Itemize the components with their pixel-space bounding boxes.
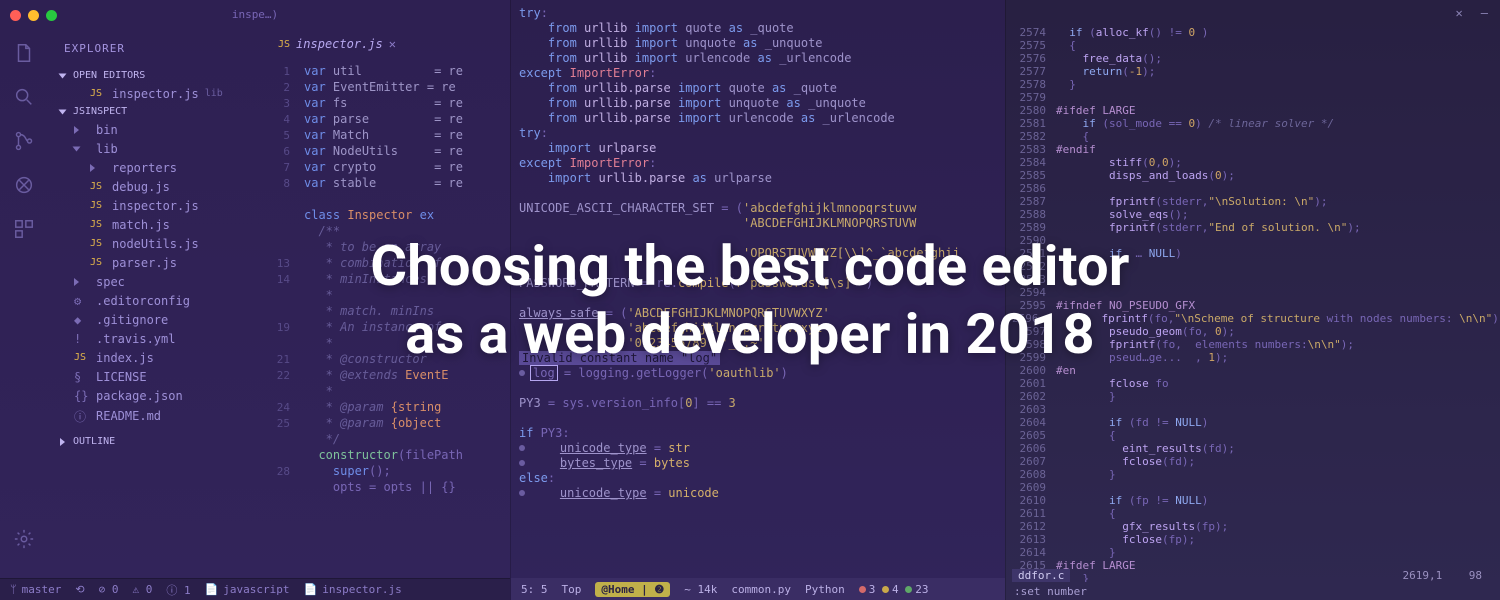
- tree-item[interactable]: lib: [62, 139, 250, 158]
- status-bar: ᛘmaster ⟲ ⊘ 0 ⚠ 0 ⓘ 1 📄 javascript 📄 ins…: [0, 578, 510, 600]
- source-control-icon[interactable]: [13, 130, 35, 152]
- status-bar: 5: 5 Top @Home | ❷ ~ 14k common.py Pytho…: [511, 578, 1005, 600]
- file-icon: [74, 142, 90, 156]
- minimize-icon[interactable]: —: [1481, 6, 1488, 20]
- project-header[interactable]: JSINSPECT: [56, 103, 250, 120]
- lint-counts[interactable]: 3 4 23: [859, 583, 929, 596]
- tree-item[interactable]: spec: [62, 272, 250, 291]
- status-lang[interactable]: 📄 javascript: [205, 583, 290, 596]
- close-icon[interactable]: ✕: [1456, 6, 1463, 20]
- sync-icon[interactable]: ⟲: [75, 583, 84, 596]
- tree-item[interactable]: JSnodeUtils.js: [62, 234, 250, 253]
- git-branch[interactable]: ᛘmaster: [10, 583, 61, 596]
- tree-item[interactable]: !.travis.yml: [62, 329, 250, 348]
- explorer-view: EXPLORER OPEN EDITORS JS inspector.js li…: [48, 28, 258, 460]
- tree-item[interactable]: JSinspector.js: [62, 196, 250, 215]
- gear-icon[interactable]: [13, 528, 35, 550]
- tree-item[interactable]: JSindex.js: [62, 348, 250, 367]
- status-chip[interactable]: @Home | ❷: [595, 582, 670, 597]
- js-icon: JS: [90, 181, 106, 192]
- status-errors[interactable]: ⊘ 0: [99, 583, 119, 596]
- tree-item[interactable]: JSmatch.js: [62, 215, 250, 234]
- filename-bar: ddfor.c: [1012, 569, 1070, 582]
- debug-icon[interactable]: [13, 174, 35, 196]
- file-icon: !: [74, 332, 90, 346]
- editor-tab[interactable]: JS inspector.js ✕: [268, 28, 406, 60]
- minimize-icon[interactable]: [28, 10, 39, 21]
- code-editor[interactable]: 1var util = re2var EventEmitter = re3var…: [268, 60, 510, 576]
- close-tab-icon[interactable]: ✕: [389, 37, 396, 51]
- status-file: common.py: [731, 583, 791, 596]
- tree-item[interactable]: JSparser.js: [62, 253, 250, 272]
- file-icon: §: [74, 370, 90, 384]
- branch-icon: ᛘ: [10, 583, 17, 596]
- status-warnings[interactable]: ⚠ 0: [132, 583, 152, 596]
- open-editor-item[interactable]: JS inspector.js lib: [62, 84, 250, 103]
- file-icon: [74, 123, 90, 137]
- tree-item[interactable]: §LICENSE: [62, 367, 250, 386]
- tree-item[interactable]: bin: [62, 120, 250, 139]
- outline-header[interactable]: OUTLINE: [56, 433, 250, 450]
- python-editor-panel: try: from urllib import quote as _quote …: [510, 0, 1005, 600]
- files-icon[interactable]: [13, 42, 35, 64]
- code-editor[interactable]: try: from urllib import quote as _quote …: [511, 0, 1005, 600]
- status-info[interactable]: ⓘ 1: [166, 582, 190, 598]
- explorer-title: EXPLORER: [56, 38, 250, 67]
- js-icon: JS: [278, 39, 290, 50]
- activity-bar: [0, 28, 48, 568]
- tree-item[interactable]: reporters: [62, 158, 250, 177]
- command-line[interactable]: :set number: [1014, 585, 1087, 598]
- tree-item[interactable]: ◆.gitignore: [62, 310, 250, 329]
- tree-item[interactable]: ⓘREADME.md: [62, 405, 250, 427]
- js-icon: JS: [74, 352, 90, 363]
- code-editor[interactable]: 2574 if (alloc_kf() != 0 )2575 {2576 fre…: [1006, 24, 1500, 582]
- scroll-position: Top: [562, 583, 582, 596]
- file-icon: {}: [74, 389, 90, 403]
- maximize-icon[interactable]: [46, 10, 57, 21]
- search-icon[interactable]: [13, 86, 35, 108]
- tree-item[interactable]: {}package.json: [62, 386, 250, 405]
- open-editors-header[interactable]: OPEN EDITORS: [56, 67, 250, 84]
- ruler: 2619,1 98: [1403, 569, 1483, 582]
- js-icon: JS: [90, 219, 106, 230]
- file-icon: ⓘ: [74, 408, 90, 425]
- tree-item[interactable]: ⚙.editorconfig: [62, 291, 250, 310]
- vim-panel: ✕ — 2574 if (alloc_kf() != 0 )2575 {2576…: [1005, 0, 1500, 600]
- js-icon: JS: [90, 257, 106, 268]
- status-lang[interactable]: Python: [805, 583, 845, 596]
- vscode-panel: EXPLORER OPEN EDITORS JS inspector.js li…: [0, 0, 510, 600]
- tree-item[interactable]: JSdebug.js: [62, 177, 250, 196]
- js-icon: JS: [90, 88, 106, 99]
- git-diff[interactable]: ~ 14k: [684, 583, 717, 596]
- close-icon[interactable]: [10, 10, 21, 21]
- macos-traffic-lights: [10, 10, 57, 21]
- file-icon: [90, 161, 106, 175]
- file-icon: [74, 275, 90, 289]
- js-icon: JS: [90, 200, 106, 211]
- extensions-icon[interactable]: [13, 218, 35, 240]
- status-file[interactable]: 📄 inspector.js: [304, 583, 402, 596]
- cursor-position[interactable]: 5: 5: [521, 583, 548, 596]
- file-icon: ◆: [74, 313, 90, 327]
- js-icon: JS: [90, 238, 106, 249]
- file-icon: ⚙: [74, 294, 90, 308]
- tab-label: inspector.js: [296, 37, 383, 51]
- window-title: inspe…): [232, 8, 278, 21]
